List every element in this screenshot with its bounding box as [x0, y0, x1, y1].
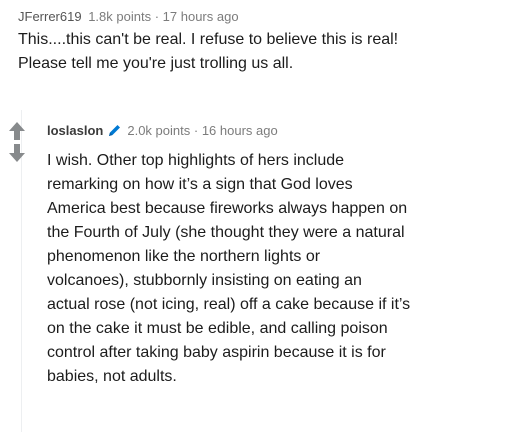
comment-line: actual rose (not icing, real) off a cake…: [47, 296, 411, 313]
parent-username[interactable]: JFerrer619: [18, 9, 82, 24]
downvote-icon[interactable]: [7, 142, 27, 164]
parent-comment: JFerrer619 1.8k points · 17 hours ago Th…: [18, 8, 503, 76]
parent-points: 1.8k points: [88, 9, 152, 24]
pencil-icon: [107, 123, 122, 143]
parent-timestamp[interactable]: 17 hours ago: [163, 9, 239, 24]
comment-line: phenomenon like the northern lights or: [47, 248, 321, 265]
vote-controls: [7, 120, 27, 164]
meta-separator: ·: [193, 123, 199, 138]
reply-timestamp[interactable]: 16 hours ago: [202, 123, 278, 138]
comment-line: remarking on how it’s a sign that God lo…: [47, 176, 353, 193]
reply-comment-meta: loslaslon 2.0k points · 16 hours ago: [47, 122, 507, 143]
reply-content: loslaslon 2.0k points · 16 hours ago I w…: [47, 122, 507, 389]
comment-line: control after taking baby aspirin becaus…: [47, 344, 386, 361]
reply-points: 2.0k points: [127, 123, 191, 138]
meta-separator: ·: [154, 9, 160, 24]
comment-line: I wish. Other top highlights of hers inc…: [47, 152, 345, 169]
parent-comment-body: This....this can't be real. I refuse to …: [18, 28, 503, 76]
comment-thread: JFerrer619 1.8k points · 17 hours ago Th…: [0, 0, 511, 432]
comment-line: America best because fireworks always ha…: [47, 200, 408, 217]
comment-line: the Fourth of July (she thought they wer…: [47, 224, 405, 241]
reply-comment-body: I wish. Other top highlights of hers inc…: [47, 149, 507, 389]
parent-comment-meta: JFerrer619 1.8k points · 17 hours ago: [18, 8, 503, 26]
comment-line: This....this can't be real. I refuse to …: [18, 31, 399, 48]
reply-username[interactable]: loslaslon: [47, 123, 103, 138]
comment-line: Please tell me you're just trolling us a…: [18, 55, 294, 72]
upvote-icon[interactable]: [7, 120, 27, 142]
comment-line: on the cake it must be edible, and calli…: [47, 320, 388, 337]
comment-line: babies, not adults.: [47, 368, 177, 385]
comment-line: volcanoes), stubbornly insisting on eati…: [47, 272, 362, 289]
